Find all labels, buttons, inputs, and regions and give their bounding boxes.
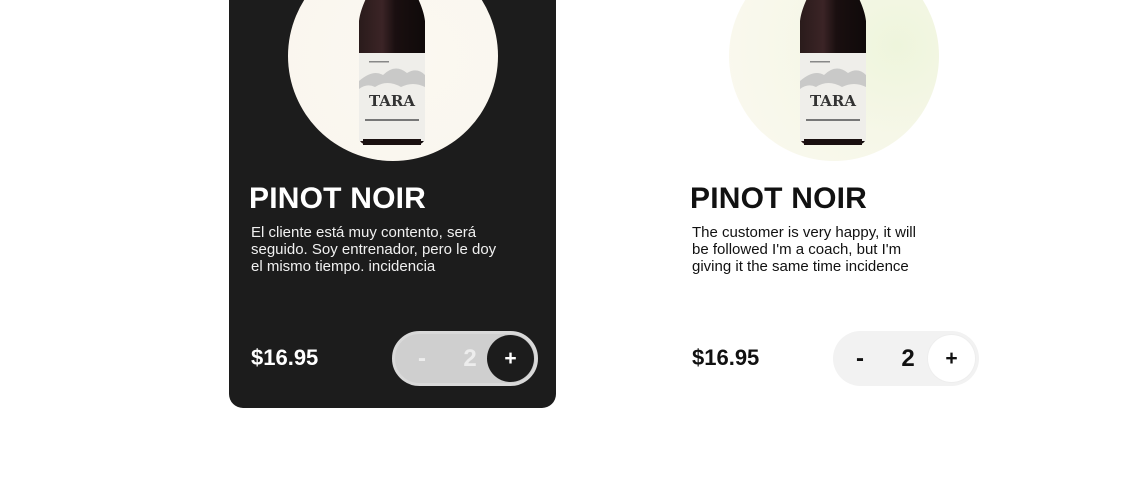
description-line: El cliente está muy contento, será [251, 224, 477, 241]
increase-quantity-button[interactable]: + [487, 335, 534, 382]
wine-bottle-icon: TARA [359, 0, 425, 145]
quantity-value: 2 [463, 344, 477, 372]
product-description: El cliente está muy contento, será segui… [251, 224, 496, 275]
description-line: el mismo tiempo. incidencia [251, 258, 436, 275]
product-price: $16.95 [692, 345, 760, 370]
product-description: The customer is very happy, it will be f… [692, 224, 916, 275]
product-image-circle: TARA [729, 0, 939, 161]
description-line: be followed I'm a coach, but I'm [692, 241, 902, 258]
svg-text:TARA: TARA [810, 92, 856, 110]
description-line: The customer is very happy, it will [692, 224, 916, 241]
quantity-stepper: - 2 + [392, 331, 538, 386]
product-price: $16.95 [251, 345, 319, 370]
product-cards-canvas: TARA PINOT NOIR El cliente está muy cont… [0, 0, 1148, 487]
quantity-stepper: - 2 + [833, 331, 979, 386]
increase-quantity-button[interactable]: + [928, 335, 975, 382]
svg-text:TARA: TARA [369, 92, 415, 110]
product-title: PINOT NOIR [249, 182, 427, 215]
description-line: giving it the same time incidence [692, 258, 909, 275]
decrease-quantity-button[interactable]: - [405, 334, 439, 383]
decrease-quantity-button[interactable]: - [843, 331, 877, 386]
description-line: seguido. Soy entrenador, pero le doy [251, 241, 497, 258]
wine-bottle-icon: TARA [800, 0, 866, 145]
product-title: PINOT NOIR [690, 182, 868, 215]
quantity-value: 2 [901, 344, 915, 372]
